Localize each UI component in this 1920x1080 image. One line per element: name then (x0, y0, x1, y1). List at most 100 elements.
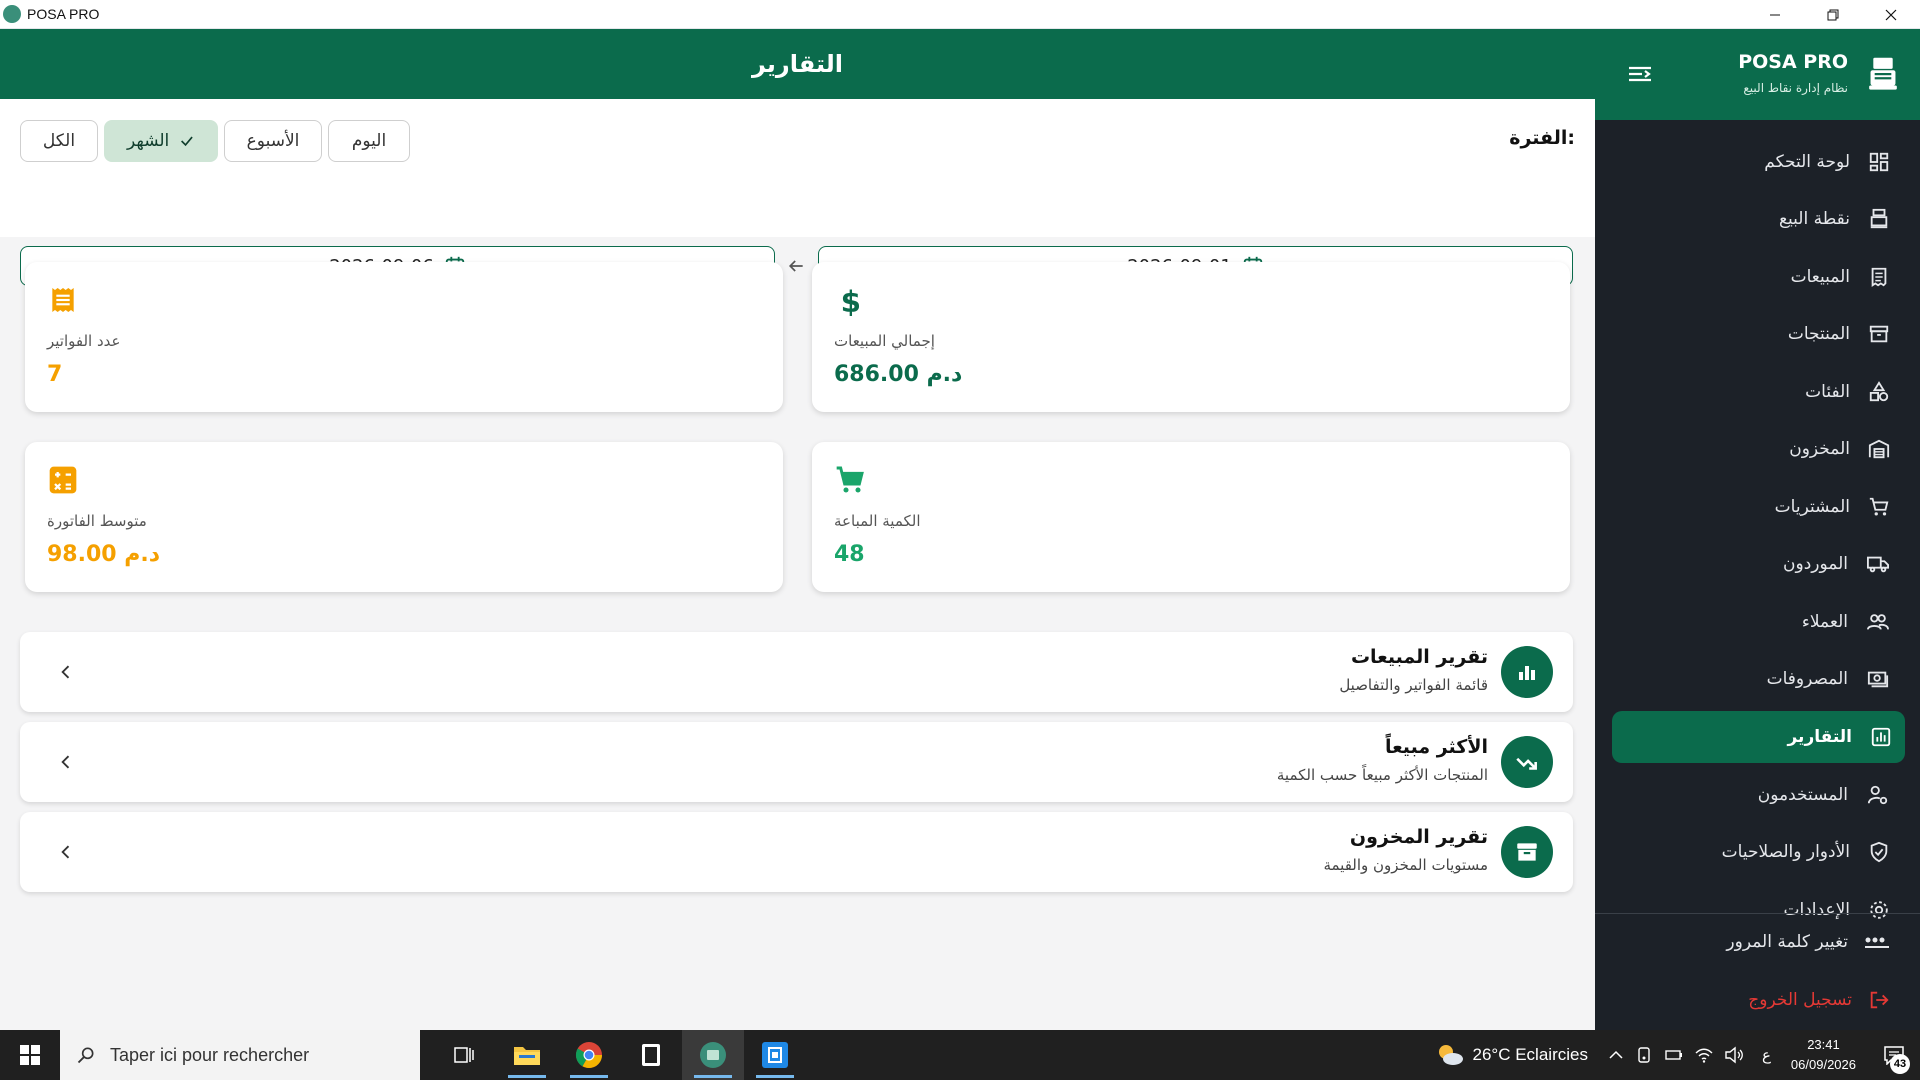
notification-center-button[interactable]: 43 (1874, 1030, 1914, 1080)
invoice-count-value: 7 (47, 362, 63, 387)
stat-card-total-sales: $ إجمالي المبيعات 686.00 د.م (812, 262, 1570, 412)
check-icon (181, 136, 194, 147)
sidebar-item-label: المستخدمون (1757, 784, 1848, 805)
report-row-inventory[interactable]: تقرير المخزون مستويات المخزون والقيمة (20, 812, 1573, 892)
stat-card-invoice-count: عدد الفواتير 7 (25, 262, 783, 412)
system-tray: 26°C Eclaircies ع 23:41 06/09/2026 43 (1435, 1030, 1920, 1080)
sidebar-item-label: العملاء (1801, 611, 1848, 632)
calculator-icon (49, 466, 77, 494)
chip-today[interactable]: اليوم (328, 120, 410, 162)
sidebar-item-dashboard[interactable]: لوحة التحكم (1595, 133, 1920, 191)
sidebar-item-label: المبيعات (1790, 266, 1850, 287)
report-subtitle: مستويات المخزون والقيمة (1323, 856, 1488, 874)
sidebar-item-customers[interactable]: العملاء (1595, 593, 1920, 651)
invoice-count-label: عدد الفواتير (47, 332, 121, 350)
sidebar-item-categories[interactable]: الفئات (1595, 363, 1920, 421)
taskbar-search[interactable]: Taper ici pour rechercher (60, 1030, 420, 1080)
posa-pro-button[interactable] (682, 1030, 744, 1080)
change-password-label: تغيير كلمة المرور (1726, 932, 1848, 952)
change-password-button[interactable]: تغيير كلمة المرور (1726, 932, 1890, 952)
quantity-sold-label: الكمية المباعة (834, 512, 921, 530)
box-icon (1869, 326, 1889, 343)
money-icon (1867, 671, 1889, 688)
sidebar-item-label: لوحة التحكم (1764, 151, 1850, 172)
sidebar-item-label: الأدوار والصلاحيات (1721, 842, 1850, 863)
app-blue-icon (762, 1042, 788, 1068)
sidebar-item-pos[interactable]: نقطة البيع (1595, 191, 1920, 249)
cart-icon (1869, 497, 1889, 516)
sidebar-item-products[interactable]: المنتجات (1595, 306, 1920, 364)
warehouse-icon (1868, 439, 1890, 459)
chevron-left-icon (61, 755, 70, 769)
shield-icon (1870, 842, 1888, 863)
minimize-button[interactable] (1746, 0, 1804, 29)
app-logo-icon (3, 5, 21, 23)
weather-widget[interactable]: 26°C Eclaircies (1435, 1042, 1588, 1068)
chevron-up-icon[interactable] (1608, 1047, 1624, 1063)
report-icon (1871, 727, 1891, 747)
battery-icon[interactable] (1664, 1047, 1684, 1063)
user-gear-icon (1867, 785, 1888, 804)
chip-month[interactable]: الشهر (104, 120, 218, 162)
window-titlebar: POSA PRO (0, 0, 1920, 29)
wifi-icon[interactable] (1694, 1046, 1714, 1064)
report-row-sales[interactable]: تقرير المبيعات قائمة الفواتير والتفاصيل (20, 632, 1573, 712)
sidebar-item-expenses[interactable]: المصروفات (1595, 651, 1920, 709)
sidebar-item-purchases[interactable]: المشتريات (1595, 478, 1920, 536)
period-chips: الكل الشهر الأسبوع اليوم (20, 120, 410, 162)
weather-text: 26°C Eclaircies (1472, 1045, 1588, 1064)
chip-week[interactable]: الأسبوع (224, 120, 322, 162)
sidebar-item-reports[interactable]: التقارير (1612, 711, 1905, 763)
chip-all[interactable]: الكل (20, 120, 98, 162)
chrome-button[interactable] (558, 1030, 620, 1080)
receipt-icon (1871, 267, 1887, 287)
chrome-icon (575, 1042, 603, 1069)
language-indicator[interactable]: ع (1762, 1046, 1771, 1064)
sidebar-item-label: الموردون (1783, 554, 1848, 575)
brand-subtitle: نظام إدارة نقاط البيع (1743, 81, 1848, 95)
clock-date: 06/09/2026 (1790, 1057, 1856, 1072)
file-explorer-button[interactable] (496, 1030, 558, 1080)
sidebar-item-suppliers[interactable]: الموردون (1595, 536, 1920, 594)
restore-button[interactable] (1804, 0, 1862, 29)
cart-icon (836, 466, 864, 493)
trending-icon (1501, 736, 1553, 788)
register-icon (1869, 57, 1897, 90)
arrow-left-icon (788, 260, 803, 272)
receipt-icon (52, 288, 74, 312)
app-button-2[interactable] (744, 1030, 806, 1080)
close-button[interactable] (1862, 0, 1920, 29)
brand-title: POSA PRO (1738, 51, 1848, 73)
sidebar-item-sales[interactable]: المبيعات (1595, 248, 1920, 306)
clock[interactable]: 23:41 06/09/2026 (1791, 1035, 1856, 1075)
folder-icon (514, 1047, 540, 1065)
sidebar-item-inventory[interactable]: المخزون (1595, 421, 1920, 479)
password-icon (1865, 937, 1889, 948)
sidebar-item-label: التقارير (1787, 727, 1852, 747)
volume-icon[interactable] (1724, 1046, 1744, 1064)
chevron-left-icon (61, 845, 70, 859)
start-button[interactable] (0, 1030, 60, 1080)
task-view-icon (454, 1047, 474, 1063)
sidebar-item-label: نقطة البيع (1778, 209, 1850, 230)
sidebar-nav: لوحة التحكم نقطة البيع المبيعات المنتجات… (1595, 133, 1920, 939)
weather-icon (1438, 1045, 1463, 1065)
page-title: التقارير (751, 50, 844, 78)
app-button-1[interactable] (620, 1030, 682, 1080)
device-icon[interactable] (1636, 1046, 1654, 1064)
sidebar: POSA PRO نظام إدارة نقاط البيع لوحة التح… (1595, 29, 1920, 1030)
report-row-top-selling[interactable]: الأكثر مبيعاً المنتجات الأكثر مبيعاً حسب… (20, 722, 1573, 802)
main-content: التقارير الفترة: الكل الشهر الأسبوع اليو… (0, 29, 1595, 1030)
report-title: تقرير المبيعات (1350, 646, 1488, 668)
total-sales-value: 686.00 د.م (834, 362, 963, 387)
sidebar-item-settings[interactable]: الإعدادات (1595, 881, 1920, 939)
menu-collapse-icon[interactable] (1627, 64, 1653, 84)
logout-icon (1870, 991, 1889, 1009)
logout-button[interactable]: تسجيل الخروج (1748, 989, 1890, 1011)
sidebar-item-roles[interactable]: الأدوار والصلاحيات (1595, 824, 1920, 882)
filter-bar: الفترة: الكل الشهر الأسبوع اليوم 2026-09… (0, 99, 1595, 286)
register-icon (1870, 209, 1888, 229)
task-view-button[interactable] (434, 1030, 496, 1080)
sidebar-item-users[interactable]: المستخدمون (1595, 766, 1920, 824)
chevron-left-icon (61, 665, 70, 679)
